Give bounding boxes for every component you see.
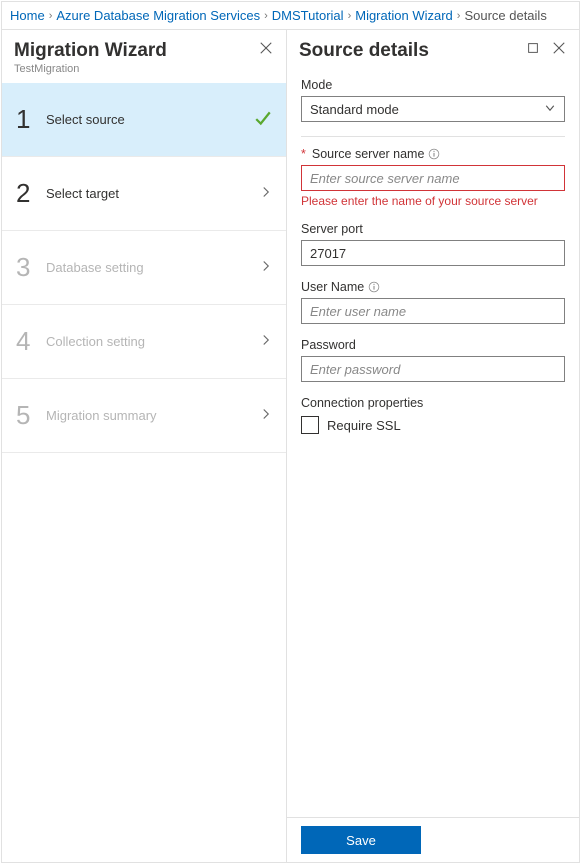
step-number: 2 <box>16 178 46 209</box>
restore-icon[interactable] <box>525 40 541 56</box>
step-label: Collection setting <box>46 334 260 349</box>
step-label: Migration summary <box>46 408 260 423</box>
info-icon[interactable] <box>428 148 440 160</box>
mode-label: Mode <box>301 78 565 92</box>
password-label: Password <box>301 338 565 352</box>
chevron-right-icon <box>260 186 272 201</box>
step-label: Select target <box>46 186 260 201</box>
mode-value: Standard mode <box>310 102 399 117</box>
wizard-title: Migration Wizard <box>14 40 167 62</box>
step-number: 3 <box>16 252 46 283</box>
wizard-step-migration-summary[interactable]: 5 Migration summary <box>2 379 286 453</box>
breadcrumb-current: Source details <box>464 8 546 23</box>
wizard-step-select-target[interactable]: 2 Select target <box>2 157 286 231</box>
step-number: 1 <box>16 104 46 135</box>
source-server-input[interactable] <box>301 165 565 191</box>
mode-select[interactable]: Standard mode <box>301 96 565 122</box>
close-icon[interactable] <box>258 40 274 56</box>
required-icon: * <box>301 147 306 161</box>
details-footer: Save <box>287 817 579 862</box>
user-name-input[interactable] <box>301 298 565 324</box>
require-ssl-checkbox[interactable] <box>301 416 319 434</box>
wizard-step-database-setting[interactable]: 3 Database setting <box>2 231 286 305</box>
divider <box>301 136 565 137</box>
details-title: Source details <box>299 40 429 62</box>
chevron-right-icon <box>260 334 272 349</box>
wizard-pane: Migration Wizard TestMigration 1 Select … <box>2 30 287 862</box>
info-icon[interactable] <box>368 281 380 293</box>
step-number: 4 <box>16 326 46 357</box>
breadcrumb-home[interactable]: Home <box>10 8 45 23</box>
breadcrumb: Home › Azure Database Migration Services… <box>2 2 579 29</box>
breadcrumb-migration-wizard[interactable]: Migration Wizard <box>355 8 453 23</box>
step-label: Select source <box>46 112 254 127</box>
source-server-error: Please enter the name of your source ser… <box>301 194 565 208</box>
chevron-right-icon: › <box>348 10 352 22</box>
require-ssl-label: Require SSL <box>327 418 401 433</box>
wizard-subtitle: TestMigration <box>14 63 167 75</box>
chevron-right-icon: › <box>457 10 461 22</box>
user-name-label: User Name <box>301 280 364 294</box>
connection-properties-label: Connection properties <box>301 396 565 410</box>
chevron-down-icon <box>544 102 556 117</box>
source-server-label: Source server name <box>312 147 425 161</box>
wizard-steps: 1 Select source 2 Select target 3 Databa… <box>2 83 286 453</box>
wizard-step-select-source[interactable]: 1 Select source <box>2 83 286 157</box>
step-label: Database setting <box>46 260 260 275</box>
details-pane: Source details Mode Standard mode <box>287 30 579 862</box>
chevron-right-icon: › <box>49 10 53 22</box>
close-icon[interactable] <box>551 40 567 56</box>
password-input[interactable] <box>301 356 565 382</box>
chevron-right-icon <box>260 408 272 423</box>
breadcrumb-dmstutorial[interactable]: DMSTutorial <box>272 8 344 23</box>
server-port-input[interactable] <box>301 240 565 266</box>
server-port-label: Server port <box>301 222 565 236</box>
check-icon <box>254 109 272 130</box>
chevron-right-icon: › <box>264 10 268 22</box>
breadcrumb-adms[interactable]: Azure Database Migration Services <box>56 8 260 23</box>
step-number: 5 <box>16 400 46 431</box>
wizard-step-collection-setting[interactable]: 4 Collection setting <box>2 305 286 379</box>
save-button[interactable]: Save <box>301 826 421 854</box>
chevron-right-icon <box>260 260 272 275</box>
